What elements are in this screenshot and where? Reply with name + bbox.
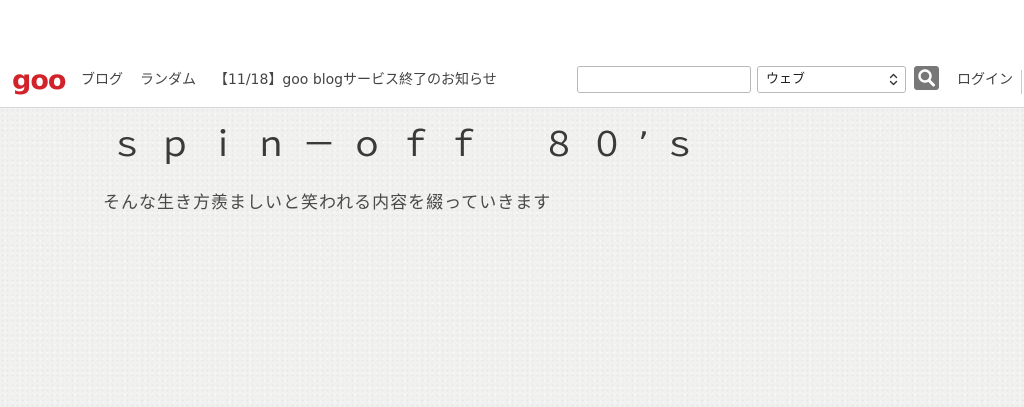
blog-header: ｓｐｉｎ－ｏｆｆ ８０’ｓ そんな生き方羨ましいと笑われる内容を綴っていきます: [0, 108, 1024, 407]
chevron-up-down-icon: [889, 72, 898, 91]
goo-logo[interactable]: goo: [12, 66, 66, 96]
search-button[interactable]: [914, 66, 939, 90]
search-type-select[interactable]: ウェブ: [757, 66, 906, 93]
goo-navbar: goo ブログ ランダム 【11/18】goo blogサービス終了のお知らせ …: [0, 58, 1024, 108]
login-link[interactable]: ログイン: [957, 71, 1013, 89]
nav-link-blog[interactable]: ブログ: [81, 71, 123, 89]
top-blank-area: [0, 0, 1024, 58]
nav-link-service-notice[interactable]: 【11/18】goo blogサービス終了のお知らせ: [214, 71, 497, 89]
nav-link-random[interactable]: ランダム: [140, 71, 196, 89]
divider: [1021, 70, 1022, 94]
search-icon: [918, 69, 935, 87]
search-input[interactable]: [577, 66, 751, 93]
search-type-value: ウェブ: [766, 72, 806, 87]
blog-subtitle: そんな生き方羨ましいと笑われる内容を綴っていきます: [103, 193, 552, 213]
blog-title[interactable]: ｓｐｉｎ－ｏｆｆ ８０’ｓ: [110, 125, 711, 165]
